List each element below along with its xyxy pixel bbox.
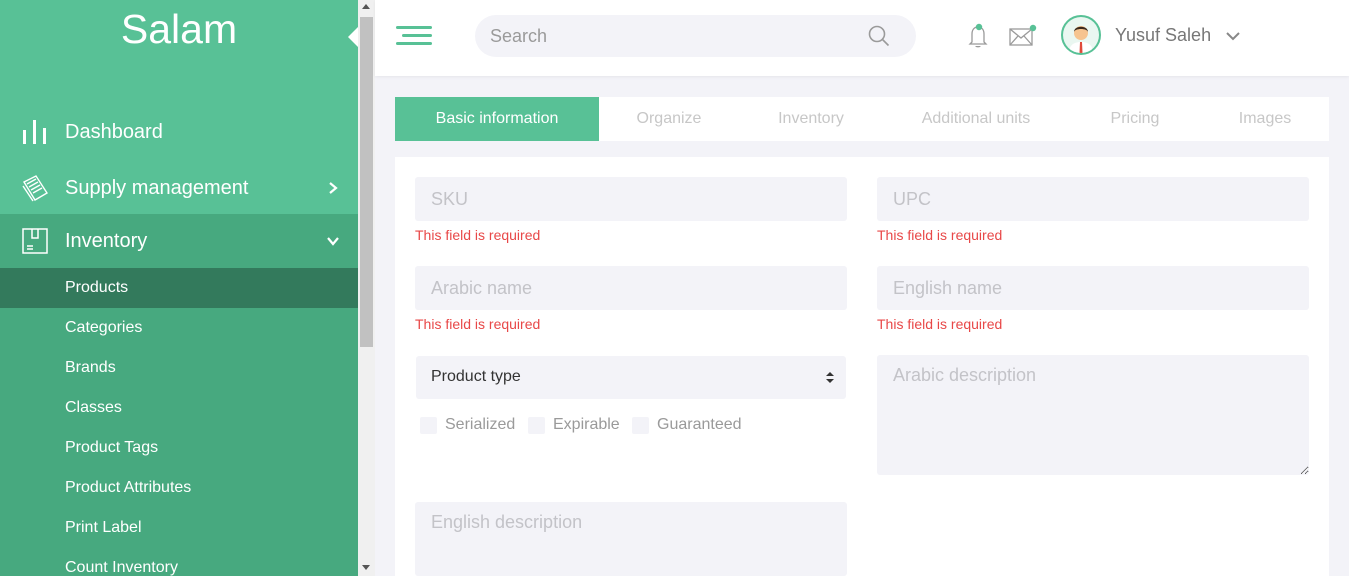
sidebar-item-label: Dashboard [65, 120, 163, 143]
sidebar-item-inventory[interactable]: Inventory [0, 214, 358, 268]
search-input[interactable] [490, 15, 860, 57]
chevron-down-icon[interactable] [1226, 29, 1240, 43]
inventory-submenu: Products Categories Brands Classes Produ… [0, 268, 358, 576]
sidebar-subitem-product-tags[interactable]: Product Tags [0, 428, 358, 468]
sidebar-item-label: Supply management [65, 176, 249, 199]
tab-additional-units[interactable]: Additional units [883, 97, 1069, 141]
product-type-select[interactable]: Product type [416, 356, 846, 399]
brand-logo[interactable]: Salam [0, 6, 358, 53]
sidebar-item-supply-management[interactable]: Supply management [0, 164, 358, 212]
sidebar-subitem-label: Brands [65, 359, 116, 376]
bar-chart-icon [23, 120, 46, 144]
tab-images[interactable]: Images [1201, 97, 1329, 141]
arabic-name-field[interactable] [415, 266, 847, 310]
checkbox-label: Guaranteed [657, 416, 742, 433]
checkbox-label: Expirable [553, 416, 620, 433]
sidebar-subitem-classes[interactable]: Classes [0, 388, 358, 428]
search-box [475, 15, 916, 57]
sidebar-subitem-label: Products [65, 279, 129, 296]
sidebar-collapse-toggle[interactable] [348, 27, 358, 47]
sidebar-subitem-count-inventory[interactable]: Count Inventory [0, 548, 358, 576]
sidebar-subitem-brands[interactable]: Brands [0, 348, 358, 388]
english-name-field[interactable] [877, 266, 1309, 310]
sidebar-subitem-label: Classes [65, 399, 122, 416]
sidebar-subitem-label: Product Attributes [65, 479, 192, 496]
top-header: Yusuf Saleh [375, 0, 1349, 76]
scroll-down-arrow-icon[interactable] [362, 565, 370, 570]
english-name-error: This field is required [877, 316, 1003, 332]
sidebar: Salam Dashboard Supply management Invent… [0, 0, 358, 576]
tab-basic-information[interactable]: Basic information [395, 97, 599, 141]
product-tabs: Basic information Organize Inventory Add… [395, 97, 1329, 141]
sidebar-subitem-print-label[interactable]: Print Label [0, 508, 358, 548]
serialized-checkbox[interactable]: Serialized [420, 416, 515, 434]
arabic-name-error: This field is required [415, 316, 541, 332]
sidebar-subitem-label: Product Tags [65, 439, 159, 456]
checkbox-box[interactable] [632, 416, 649, 434]
checkbox-box[interactable] [420, 416, 437, 434]
documents-icon [22, 175, 48, 202]
sidebar-subitem-label: Print Label [65, 519, 142, 536]
sidebar-scrollbar[interactable] [358, 0, 375, 576]
guaranteed-checkbox[interactable]: Guaranteed [632, 416, 742, 434]
scroll-up-arrow-icon[interactable] [362, 4, 370, 9]
chevron-right-icon [329, 182, 338, 194]
notification-bell-icon[interactable] [966, 22, 990, 48]
scrollbar-thumb[interactable] [360, 17, 373, 347]
arabic-description-field[interactable] [877, 355, 1309, 475]
select-updown-icon [826, 372, 834, 383]
tab-pricing[interactable]: Pricing [1069, 97, 1201, 141]
product-type-value: Product type [431, 368, 521, 385]
checkbox-box[interactable] [528, 416, 545, 434]
user-name[interactable]: Yusuf Saleh [1115, 25, 1211, 46]
sidebar-subitem-product-attributes[interactable]: Product Attributes [0, 468, 358, 508]
sku-field[interactable] [415, 177, 847, 221]
sidebar-item-label: Inventory [65, 229, 148, 252]
chevron-down-icon [327, 237, 339, 246]
sidebar-subitem-products[interactable]: Products [0, 268, 358, 308]
checkbox-label: Serialized [445, 416, 516, 433]
sidebar-subitem-categories[interactable]: Categories [0, 308, 358, 348]
upc-error: This field is required [877, 227, 1003, 243]
tab-organize[interactable]: Organize [599, 97, 739, 141]
mail-icon[interactable] [1009, 24, 1037, 46]
tab-inventory[interactable]: Inventory [739, 97, 883, 141]
sidebar-subitem-label: Categories [65, 319, 143, 336]
sidebar-subitem-label: Count Inventory [65, 559, 178, 576]
sku-error: This field is required [415, 227, 541, 243]
expirable-checkbox[interactable]: Expirable [528, 416, 620, 434]
upc-field[interactable] [877, 177, 1309, 221]
box-icon [22, 228, 48, 254]
avatar[interactable] [1061, 15, 1101, 55]
search-icon[interactable] [868, 25, 890, 47]
user-avatar-icon [1063, 17, 1099, 53]
hamburger-menu-icon[interactable] [396, 26, 432, 46]
sidebar-item-dashboard[interactable]: Dashboard [0, 110, 358, 154]
english-description-field[interactable] [415, 502, 847, 576]
